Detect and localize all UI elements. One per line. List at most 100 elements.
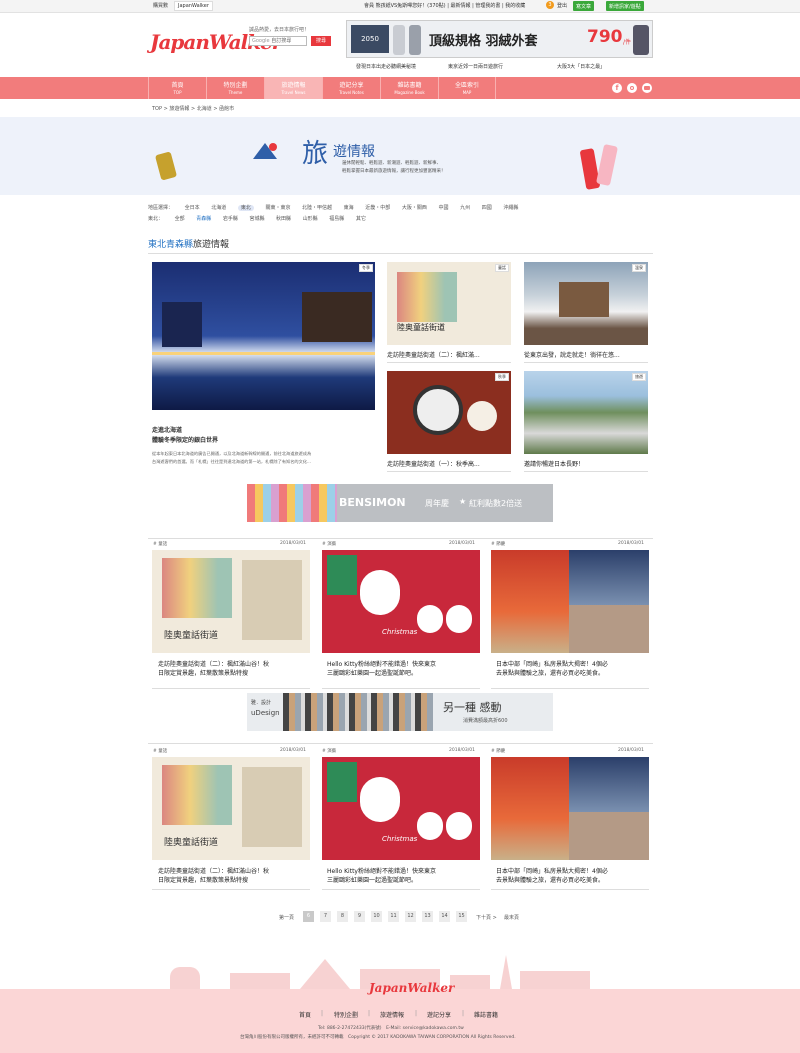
page-link[interactable]: 9 bbox=[354, 911, 365, 922]
page-current[interactable]: 6 bbox=[303, 911, 314, 922]
small-card-title[interactable]: 走訪陸奧童話街道（一）：秋季高... bbox=[387, 459, 511, 468]
nav-map[interactable]: 全區索引 MAP bbox=[438, 77, 496, 99]
top-tab-purchase[interactable]: 購買數 bbox=[153, 2, 168, 9]
footer-link[interactable]: 雜誌書籍 bbox=[474, 1010, 498, 1019]
filter-pref[interactable]: 全部 bbox=[175, 216, 185, 222]
nav-travel-notes[interactable]: 遊記分享 Travel Notes bbox=[322, 77, 380, 99]
nav-magazine[interactable]: 雜誌書籍 Magazine Book bbox=[380, 77, 438, 99]
filter-region[interactable]: 九州 bbox=[460, 205, 470, 211]
footer-link[interactable]: 首頁 bbox=[299, 1010, 311, 1019]
filter-region[interactable]: 北陸・甲信越 bbox=[302, 205, 332, 211]
facebook-icon[interactable]: f bbox=[612, 83, 622, 93]
divider bbox=[148, 253, 653, 254]
notification-badge[interactable]: 3 bbox=[546, 1, 554, 9]
top-tab-japanwalker[interactable]: JapanWalker bbox=[174, 1, 213, 11]
article-title[interactable]: 日本中部「岡崎」私房景點大揭密！4個必 去景點與體驗之旅，還有必買必吃美食。 bbox=[496, 660, 648, 678]
instagram-icon[interactable] bbox=[627, 83, 637, 93]
add-spot-button[interactable]: 新增訊家/遊點 bbox=[606, 1, 644, 11]
article-title[interactable]: Hello Kitty粉絲絕對不能錯過！快來東京 三麗鷗彩虹樂園一起過聖誕節吧。 bbox=[327, 660, 479, 678]
filter-region[interactable]: 沖繩縣 bbox=[503, 205, 518, 211]
ticker-item[interactable]: 發現日本出走必聽網美秘境 bbox=[356, 63, 416, 70]
article-title[interactable]: 走訪陸奧童話街道（二）：楓紅滿山谷！秋 日限定賞景趣，紅葉散策景點特搜 bbox=[158, 660, 310, 678]
ticker-item[interactable]: 東京近郊一日兩日遊旅行 bbox=[448, 63, 503, 70]
small-card-image[interactable]: 旅遊 bbox=[524, 371, 648, 454]
search-button[interactable]: 搜尋 bbox=[311, 36, 331, 46]
write-article-button[interactable]: 寫文章 bbox=[573, 1, 595, 11]
tree-shape bbox=[327, 762, 357, 802]
featured-subtitle[interactable]: 體驗冬季限定的銀白世界 bbox=[152, 435, 218, 444]
filter-region[interactable]: 近畿・中部 bbox=[365, 205, 390, 211]
article-tag[interactable]: # 節慶 bbox=[491, 541, 505, 547]
footer-link[interactable]: 特別企劃 bbox=[334, 1010, 358, 1019]
footer-logo[interactable]: JapanWalker bbox=[369, 981, 454, 995]
youtube-icon[interactable] bbox=[642, 83, 652, 93]
pagination-next[interactable]: 下十頁 > bbox=[476, 914, 497, 921]
page-link[interactable]: 11 bbox=[388, 911, 399, 922]
cinnamoroll-shape bbox=[360, 777, 400, 822]
article-image[interactable]: Christmas bbox=[322, 757, 480, 860]
nav-home[interactable]: 首頁 TOP bbox=[148, 77, 206, 99]
filter-region[interactable]: 東海 bbox=[344, 205, 354, 211]
filter-pref[interactable]: 山形縣 bbox=[303, 216, 318, 222]
filter-region[interactable]: 四國 bbox=[482, 205, 492, 211]
filter-pref-active[interactable]: 青森縣 bbox=[196, 216, 211, 222]
filter-region[interactable]: 中國 bbox=[438, 205, 448, 211]
small-card-image[interactable]: 陸奥童話街道 童話 bbox=[387, 262, 511, 345]
footer bbox=[0, 989, 800, 1053]
member-links[interactable]: 會員 熊孩紙VS兔斯嗶您好！(370點) | 最新情報 | 管理我的書 | 我的… bbox=[364, 2, 525, 9]
nav-theme[interactable]: 特別企劃 Theme bbox=[206, 77, 264, 99]
page-link[interactable]: 7 bbox=[320, 911, 331, 922]
article-image[interactable]: 陸奥童話街道 bbox=[152, 550, 310, 653]
article-tag[interactable]: # 演藝 bbox=[322, 541, 336, 547]
filter-pref[interactable]: 宮城縣 bbox=[249, 216, 264, 222]
article-tag[interactable]: # 節慶 bbox=[491, 748, 505, 754]
filter-pref[interactable]: 岩手縣 bbox=[223, 216, 238, 222]
bensimon-ad[interactable]: BENSIMON 周年慶 ★ 紅利點數2倍送 bbox=[247, 484, 553, 522]
featured-image[interactable]: 冬季 bbox=[152, 262, 375, 410]
filter-pref[interactable]: 福島縣 bbox=[329, 216, 344, 222]
small-card-title[interactable]: 走訪陸奧童話街道（二）：楓紅滿... bbox=[387, 350, 511, 359]
article-tag[interactable]: # 童話 bbox=[153, 748, 167, 754]
article-image[interactable] bbox=[491, 550, 649, 653]
article-tag[interactable]: # 童話 bbox=[153, 541, 167, 547]
footer-link[interactable]: 旅遊情報 bbox=[380, 1010, 404, 1019]
breadcrumb[interactable]: TOP > 旅遊情報 > 北海道 > 函館市 bbox=[152, 105, 234, 112]
page-link[interactable]: 15 bbox=[456, 911, 467, 922]
article-tag[interactable]: # 演藝 bbox=[322, 748, 336, 754]
udesign-ad[interactable]: 雅．設計 uDesign 另一種 感動 消費滿額最高折600 bbox=[247, 693, 553, 731]
pagination-last[interactable]: 最末頁 bbox=[504, 914, 519, 921]
filter-region[interactable]: 北海道 bbox=[211, 205, 226, 211]
filter-region[interactable]: 大阪・關西 bbox=[402, 205, 427, 211]
filter-pref[interactable]: 其它 bbox=[356, 216, 366, 222]
filter-region[interactable]: 全日本 bbox=[185, 205, 200, 211]
article-title[interactable]: 日本中部「岡崎」私房景點大揭密！4個必 去景點與體驗之旅，還有必買必吃美食。 bbox=[496, 867, 648, 885]
filter-pref[interactable]: 秋田縣 bbox=[276, 216, 291, 222]
top-banner-ad[interactable]: 2050 頂級規格 羽絨外套 790 /件 bbox=[346, 20, 653, 58]
small-card-image[interactable]: 溫泉 bbox=[524, 262, 648, 345]
footer-link[interactable]: 遊記分享 bbox=[427, 1010, 451, 1019]
ticker-item[interactable]: 大阪3大「日本之最」 bbox=[557, 63, 605, 70]
nav-travel-news[interactable]: 旅遊情報 Travel News bbox=[264, 77, 322, 99]
featured-title[interactable]: 走進北海道 bbox=[152, 425, 182, 434]
small-card-title[interactable]: 從東京出發，說走就走！徜徉在悠... bbox=[524, 350, 648, 359]
small-card-title[interactable]: 邀請你暢遊日本長野！ bbox=[524, 459, 648, 468]
small-card-image[interactable]: 秋季 bbox=[387, 371, 511, 454]
divider bbox=[322, 688, 480, 689]
article-title-line: 三麗鷗彩虹樂園一起過聖誕節吧。 bbox=[327, 670, 418, 677]
page-link[interactable]: 13 bbox=[422, 911, 433, 922]
article-image[interactable] bbox=[491, 757, 649, 860]
logout-link[interactable]: 登出 bbox=[557, 2, 567, 9]
page-link[interactable]: 14 bbox=[439, 911, 450, 922]
pagination-first[interactable]: 第一頁 bbox=[279, 914, 294, 921]
page-link[interactable]: 12 bbox=[405, 911, 416, 922]
filter-region-active[interactable]: 東北 bbox=[237, 205, 254, 211]
page-link[interactable]: 10 bbox=[371, 911, 382, 922]
article-image[interactable]: Christmas bbox=[322, 550, 480, 653]
search-input[interactable]: Google 自訂搜尋 bbox=[249, 36, 307, 46]
page-link[interactable]: 8 bbox=[337, 911, 348, 922]
filter-region[interactable]: 關東・東京 bbox=[265, 205, 290, 211]
hero-desc: 輕鬆掌握日本最新旅遊情報，讓行程更加豐富精采！ bbox=[342, 169, 446, 174]
article-title[interactable]: Hello Kitty粉絲絕對不能錯過！快來東京 三麗鷗彩虹樂園一起過聖誕節吧。 bbox=[327, 867, 479, 885]
article-title[interactable]: 走訪陸奧童話街道（二）：楓紅滿山谷！秋 日限定賞景趣，紅葉散策景點特搜 bbox=[158, 867, 310, 885]
article-image[interactable]: 陸奥童話街道 bbox=[152, 757, 310, 860]
